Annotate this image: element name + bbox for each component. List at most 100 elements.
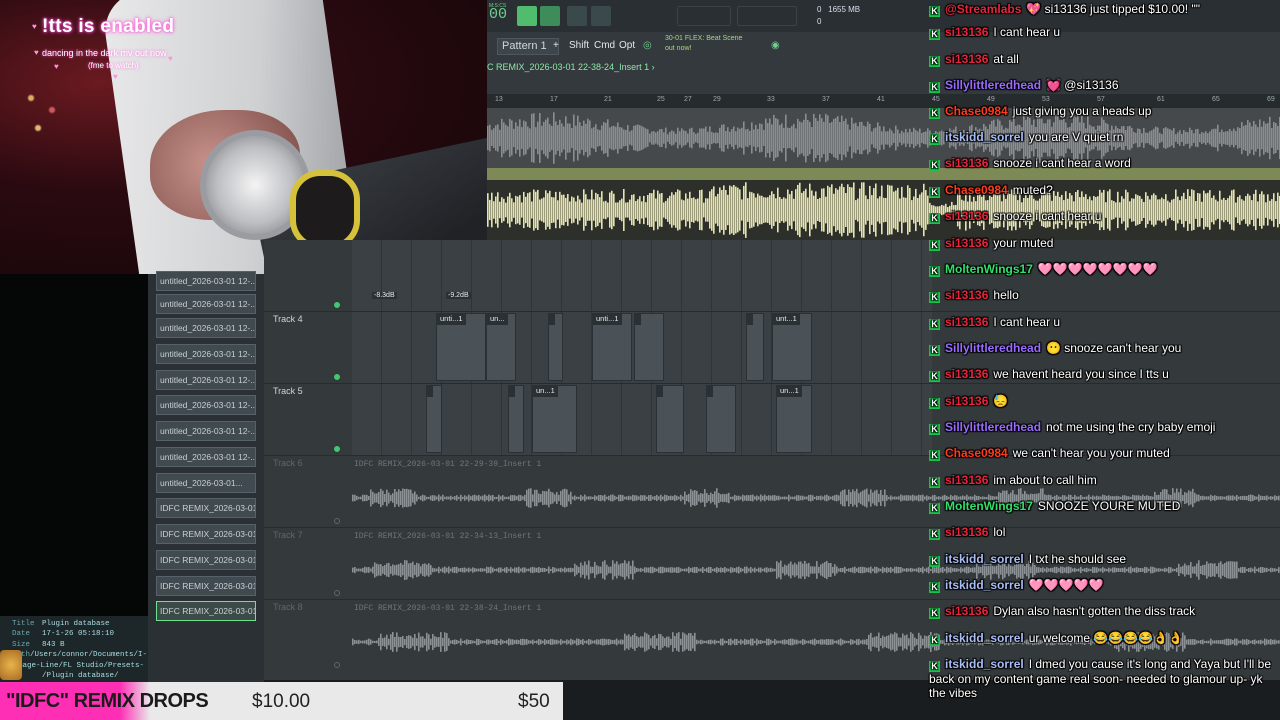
pattern-selector[interactable]: Pattern 1 — [497, 38, 559, 55]
track-name[interactable]: Track 4 — [273, 314, 303, 324]
track-enable-toggle[interactable] — [334, 446, 340, 452]
playlist-item[interactable]: untitled_2026-03-01 12-... — [156, 370, 256, 390]
chat-text: im about to call him — [993, 473, 1097, 487]
audio-clip[interactable] — [706, 385, 736, 453]
track-enable-toggle[interactable] — [334, 302, 340, 308]
playlist-item[interactable]: untitled_2026-03-01 12-... — [156, 294, 256, 314]
audio-clip[interactable]: unti...1 — [592, 313, 632, 381]
breadcrumb[interactable]: C REMIX_2026-03-01 22-38-24_Insert 1 › — [487, 62, 655, 72]
chat-username[interactable]: si13136 — [945, 288, 988, 302]
chat-username[interactable]: si13136 — [945, 209, 988, 223]
shift-key[interactable]: Shift — [569, 40, 589, 51]
wait-input-button[interactable] — [540, 6, 560, 26]
add-pattern-button[interactable]: + — [553, 40, 559, 51]
audio-clip[interactable] — [656, 385, 684, 453]
time-display[interactable]: 00 — [489, 6, 507, 23]
chat-username[interactable]: si13136 — [945, 236, 988, 250]
ruler-tick: 37 — [822, 96, 830, 103]
chat-username[interactable]: itskidd_sorrel — [945, 578, 1024, 592]
track-enable-toggle[interactable] — [334, 374, 340, 380]
track-name[interactable]: Track 5 — [273, 386, 303, 396]
chat-username[interactable]: itskidd_sorrel — [945, 552, 1024, 566]
playlist-item[interactable]: untitled_2026-03-01 12-... — [156, 344, 256, 364]
chat-overlay: @Streamlabs 💖 si13136 just tipped $10.00!… — [929, 0, 1280, 720]
chat-username[interactable]: Chase0984 — [945, 183, 1008, 197]
playlist-item-selected[interactable]: IDFC REMIX_2026-03-01... — [156, 601, 256, 621]
chat-username[interactable]: si13136 — [945, 525, 988, 539]
goal-current-amount: $10.00 — [252, 691, 311, 712]
chat-message: si13136 at all — [929, 52, 1280, 67]
globe-icon[interactable]: ◉ — [771, 40, 780, 51]
playlist-item[interactable]: untitled_2026-03-01 12-... — [156, 318, 256, 338]
playlist-item[interactable]: untitled_2026-03-01 12-... — [156, 447, 256, 467]
chat-username[interactable]: Chase0984 — [945, 446, 1008, 460]
kick-badge-icon — [929, 82, 940, 93]
track-name[interactable]: Track 6 — [273, 458, 303, 468]
playlist-item[interactable]: untitled_2026-03-01 12-... — [156, 421, 256, 441]
track-lane[interactable]: unti...1 un... unti...1 unt...1 — [352, 312, 932, 383]
info-value: mage-Line/FL Studio/Presets- — [17, 661, 144, 670]
chat-username[interactable]: @Streamlabs — [945, 2, 1021, 16]
playlist-item[interactable]: untitled_2026-03-01 12-... — [156, 271, 256, 291]
chat-text: lol — [993, 525, 1006, 539]
chat-username[interactable]: Sillylittleredhead — [945, 420, 1041, 434]
playlist-item[interactable]: IDFC REMIX_2026-03-01... — [156, 524, 256, 544]
chat-username[interactable]: si13136 — [945, 156, 988, 170]
memory-value: 1655 MB — [828, 5, 861, 14]
playlist-browser: untitled_2026-03-01 12-... untitled_2026… — [148, 271, 264, 682]
playlist-item[interactable]: IDFC REMIX_2026-03-01... — [156, 550, 256, 570]
chat-message: si13136 im about to call him — [929, 473, 1280, 488]
track-lane[interactable]: un...1 un...1 — [352, 384, 932, 455]
track-enable-toggle[interactable] — [334, 662, 340, 668]
chat-username[interactable]: si13136 — [945, 52, 988, 66]
track-name[interactable]: Track 8 — [273, 602, 303, 612]
audio-clip[interactable]: un...1 — [776, 385, 812, 453]
playlist-item[interactable]: IDFC REMIX_2026-03-01... — [156, 576, 256, 596]
playlist-item[interactable]: untitled_2026-03-01 12-... — [156, 395, 256, 415]
audio-clip[interactable]: un... — [486, 313, 516, 381]
track-enable-toggle[interactable] — [334, 590, 340, 596]
string-lights — [10, 80, 80, 140]
audio-clip[interactable] — [746, 313, 764, 381]
audio-clip[interactable] — [634, 313, 664, 381]
kick-badge-icon — [929, 134, 940, 145]
news-ticker[interactable]: 30-01 FLEX: Beat Scene out now! — [665, 34, 742, 54]
playlist-item[interactable]: IDFC REMIX_2026-03-01... — [156, 498, 256, 518]
master-volume[interactable] — [737, 6, 797, 26]
chat-username[interactable]: si13136 — [945, 25, 988, 39]
track-name[interactable]: Track 7 — [273, 530, 303, 540]
audio-clip[interactable]: unti...1 — [436, 313, 486, 381]
chat-username[interactable]: Sillylittleredhead — [945, 78, 1041, 92]
donation-goal-bar: "IDFC" REMIX DROPS $10.00 $50 — [0, 682, 563, 720]
chat-username[interactable]: si13136 — [945, 604, 988, 618]
chat-message: MoltenWings17 SNOOZE YOURE MUTED — [929, 499, 1280, 514]
chat-username[interactable]: itskidd_sorrel — [945, 130, 1024, 144]
track-lane[interactable]: -8.3dB -9.2dB — [352, 240, 932, 311]
chat-username[interactable]: si13136 — [945, 473, 988, 487]
track-enable-toggle[interactable] — [334, 518, 340, 524]
audio-clip[interactable] — [426, 385, 442, 453]
chat-username[interactable]: si13136 — [945, 367, 988, 381]
chat-username[interactable]: itskidd_sorrel — [945, 657, 1024, 671]
cmd-key[interactable]: Cmd — [594, 40, 615, 51]
opt-key[interactable]: Opt — [619, 40, 635, 51]
audio-clip[interactable] — [508, 385, 524, 453]
loop-record-button[interactable] — [567, 6, 587, 26]
chat-username[interactable]: si13136 — [945, 394, 988, 408]
chat-username[interactable]: Chase0984 — [945, 104, 1008, 118]
chat-username[interactable]: MoltenWings17 — [945, 262, 1033, 276]
audio-clip[interactable] — [548, 313, 563, 381]
chat-username[interactable]: si13136 — [945, 315, 988, 329]
metronome-button[interactable] — [517, 6, 537, 26]
audio-clip-title[interactable]: IDFC REMIX_2026-03-01 22-29-39_Insert 1 — [354, 460, 541, 469]
audio-clip[interactable]: un...1 — [532, 385, 577, 453]
step-edit-button[interactable] — [591, 6, 611, 26]
tts-subtitle: dancing in the dark mv out now — [42, 48, 167, 58]
chat-username[interactable]: Sillylittleredhead — [945, 341, 1041, 355]
news-icon[interactable]: ◎ — [643, 40, 652, 51]
chat-username[interactable]: itskidd_sorrel — [945, 631, 1024, 645]
playlist-item[interactable]: untitled_2026-03-01... — [156, 473, 256, 493]
kick-badge-icon — [929, 424, 940, 435]
chat-username[interactable]: MoltenWings17 — [945, 499, 1033, 513]
audio-clip[interactable]: unt...1 — [772, 313, 812, 381]
